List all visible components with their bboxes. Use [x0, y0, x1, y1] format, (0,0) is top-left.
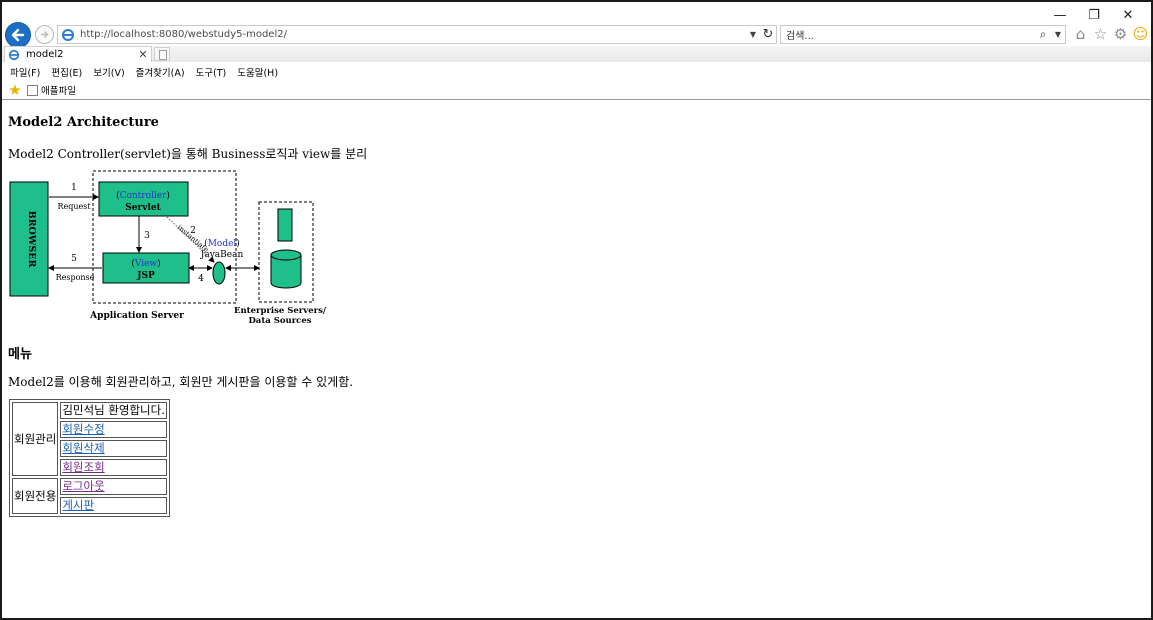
- servlet-label: Servlet: [125, 203, 161, 213]
- address-bar[interactable]: http://localhost:8080/webstudy5-model2/ …: [57, 25, 777, 44]
- request-label: Request: [57, 202, 91, 211]
- new-tab-button[interactable]: [154, 47, 170, 61]
- address-url[interactable]: http://localhost:8080/webstudy5-model2/: [80, 29, 746, 40]
- group-member-management: 회원관리: [12, 402, 59, 476]
- search-icon[interactable]: ⌕: [1035, 27, 1051, 42]
- favorites-bar: ★ 애플파일: [2, 81, 1151, 99]
- table-row: 회원전용 로그아웃: [12, 478, 167, 514]
- back-arrow-icon: [11, 28, 25, 42]
- search-input[interactable]: 검색...: [786, 27, 1035, 42]
- forward-button[interactable]: [35, 25, 54, 44]
- tab-strip: model2 ✕: [2, 46, 1151, 62]
- browser-window: — ❐ ✕ http://localhost:8080/webstudy5-mo…: [0, 0, 1153, 620]
- step-2-label: 2: [190, 226, 196, 236]
- table-cell: 회원삭제: [60, 440, 167, 457]
- menu-heading: 메뉴: [8, 347, 32, 362]
- home-icon[interactable]: ⌂: [1072, 24, 1089, 44]
- menu-edit[interactable]: 편집(E): [45, 63, 87, 80]
- add-favorites-star-icon[interactable]: ★: [7, 82, 23, 98]
- app-server-label: Application Server: [89, 311, 184, 321]
- table-cell: 회원수정: [60, 421, 167, 438]
- step-4-label: 4: [198, 274, 204, 284]
- feedback-smiley-icon[interactable]: ☺: [1132, 24, 1149, 44]
- logout-link[interactable]: 로그아웃: [62, 479, 104, 493]
- tab-title: model2: [26, 49, 64, 60]
- database-cylinder-top: [270, 249, 302, 261]
- welcome-message: 김민석님 환영합니다.: [60, 402, 167, 419]
- response-label: Response: [56, 273, 95, 282]
- toolbar-icons: ⌂ ☆ ⚙ ☺: [1072, 24, 1149, 44]
- jsp-label: JSP: [136, 271, 155, 281]
- model-word: Model: [208, 239, 237, 249]
- enterprise-label-1: Enterprise Servers/: [234, 306, 327, 316]
- favorites-star-icon[interactable]: ☆: [1092, 24, 1109, 44]
- favorite-link[interactable]: 애플파일: [41, 83, 76, 97]
- controller-label: (Controller): [116, 190, 170, 201]
- enterprise-label-2: Data Sources: [248, 316, 311, 326]
- member-menu-table: 회원관리 김민석님 환영합니다. 회원수정 회원삭제 회원조회 회원전용 로그아…: [9, 399, 170, 517]
- ie-page-icon: [8, 49, 20, 60]
- navigation-bar: http://localhost:8080/webstudy5-model2/ …: [2, 22, 1151, 48]
- ie-page-icon: [62, 28, 74, 41]
- menu-favorites[interactable]: 즐겨찾기(A): [130, 63, 190, 80]
- board-link[interactable]: 게시판: [62, 498, 94, 512]
- menu-tools[interactable]: 도구(T): [190, 63, 232, 80]
- member-search-link[interactable]: 회원조회: [62, 460, 104, 474]
- table-row: 회원관리 김민석님 환영합니다.: [12, 402, 167, 476]
- page-icon: [27, 84, 38, 96]
- table-cell: 로그아웃: [60, 478, 167, 495]
- menu-help[interactable]: 도움말(H): [231, 63, 283, 80]
- browser-label: BROWSER: [26, 211, 37, 268]
- member-delete-link[interactable]: 회원삭제: [62, 441, 104, 455]
- search-box[interactable]: 검색... ⌕ ▼: [780, 25, 1066, 44]
- refresh-icon[interactable]: ↻: [760, 27, 776, 42]
- menu-description: Model2를 이용해 회원관리하고, 회원만 게시판을 이용할 수 있게함.: [8, 375, 354, 389]
- back-button[interactable]: [5, 22, 31, 48]
- view-label: (View): [131, 258, 160, 269]
- table-cell: 회원조회: [60, 459, 167, 476]
- menu-view[interactable]: 보기(V): [87, 63, 129, 80]
- page-content: Model2 Architecture Model2 Controller(se…: [2, 100, 1151, 618]
- address-dropdown-icon[interactable]: ▼: [746, 30, 760, 39]
- controller-word: Controller: [120, 191, 168, 201]
- step-3-label: 3: [144, 231, 150, 241]
- search-dropdown-icon[interactable]: ▼: [1051, 30, 1065, 39]
- architecture-heading: Model2 Architecture: [8, 115, 159, 130]
- step-1-label: 1: [71, 183, 77, 193]
- step-5-label: 5: [71, 254, 77, 264]
- member-edit-link[interactable]: 회원수정: [62, 422, 104, 436]
- menu-file[interactable]: 파일(F): [2, 63, 45, 80]
- model2-architecture-diagram: BROWSER (Controller) Servlet (View) JSP …: [9, 170, 327, 326]
- table-cell: 게시판: [60, 497, 167, 514]
- close-tab-icon[interactable]: ✕: [137, 48, 149, 61]
- forward-arrow-icon: [41, 31, 49, 38]
- view-word: View: [134, 259, 158, 269]
- enterprise-server-shape: [277, 208, 293, 242]
- gear-icon[interactable]: ⚙: [1112, 24, 1129, 44]
- javabean-shape: [212, 261, 226, 285]
- tab-model2[interactable]: model2 ✕: [4, 46, 152, 62]
- architecture-description: Model2 Controller(servlet)을 통해 Business로…: [8, 147, 368, 161]
- group-members-only: 회원전용: [12, 478, 59, 514]
- menu-bar: 파일(F) 편집(E) 보기(V) 즐겨찾기(A) 도구(T) 도움말(H): [2, 63, 1151, 80]
